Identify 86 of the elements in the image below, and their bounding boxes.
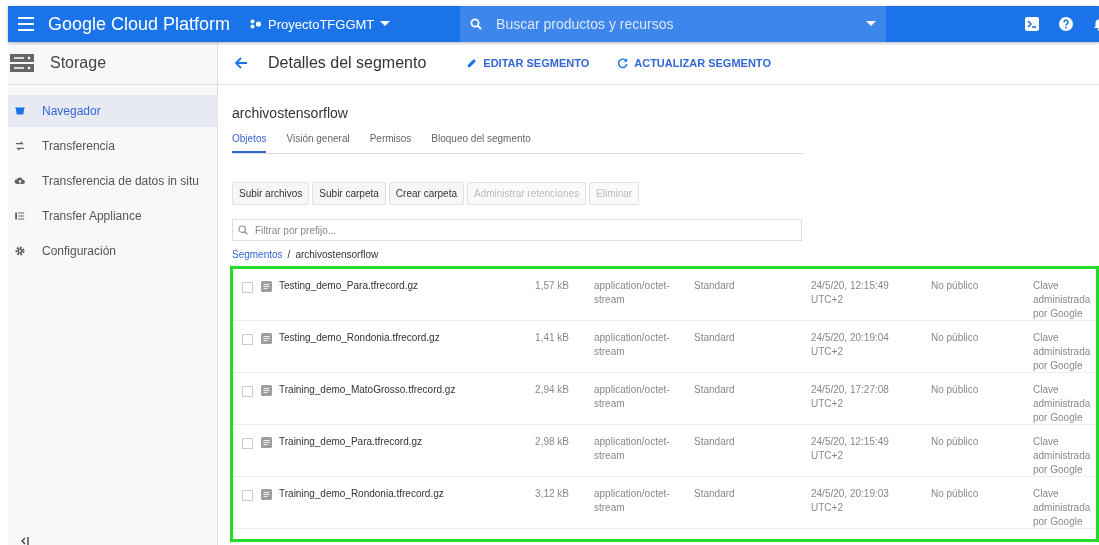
table-cell: 1,41 kB <box>535 332 569 343</box>
project-icon <box>250 19 263 29</box>
app-title: Google Cloud Platform <box>48 13 231 35</box>
table-cell: Standard <box>694 488 735 499</box>
table-cell-text: 24/5/20, 17:27:08 UTC+2 <box>811 383 890 411</box>
table-cell: No público <box>931 332 979 343</box>
tab[interactable]: Permisos <box>369 129 412 153</box>
file-icon <box>261 385 272 396</box>
table-cell-text: application/octet-stream <box>594 487 671 515</box>
file-name[interactable]: Testing_demo_Rondonia.tfrecord.gz <box>279 332 440 343</box>
table-cell: Standard <box>694 384 735 395</box>
bucket-name: archivostensorflow <box>232 105 349 121</box>
table-cell-text: application/octet-stream <box>594 279 671 307</box>
sidebar-item[interactable]: Transferencia de datos in situ <box>8 165 217 197</box>
table-cell-text: Clave administrada por Google <box>1033 279 1092 321</box>
table-cell-text: application/octet-stream <box>594 435 671 463</box>
table-cell: Standard <box>694 332 735 343</box>
tab[interactable]: Objetos <box>232 129 267 153</box>
transfer-icon <box>14 140 26 152</box>
table-cell-text: 24/5/20, 20:19:04 UTC+2 <box>811 331 890 359</box>
action-button[interactable]: ACTUALIZAR SEGMENTO <box>617 57 771 69</box>
project-selector[interactable]: ProyectoTFGGMT <box>250 16 461 32</box>
table-cell-text: Clave administrada por Google <box>1033 331 1092 373</box>
cloud-icon <box>14 175 26 187</box>
file-icon <box>261 333 272 344</box>
menu-icon[interactable] <box>18 17 34 31</box>
sidebar-item[interactable]: Navegador <box>8 95 217 127</box>
breadcrumb-link[interactable]: Segmentos <box>232 249 283 260</box>
filter-field[interactable]: Filtrar por prefijo... <box>232 219 802 241</box>
row-checkbox[interactable] <box>242 282 253 293</box>
back-arrow-icon[interactable] <box>234 56 248 70</box>
table-cell: 1,57 kB <box>535 280 569 291</box>
table-cell: 2,94 kB <box>535 384 569 395</box>
table-cell-text: Clave administrada por Google <box>1033 487 1092 529</box>
file-name[interactable]: Training_demo_MatoGrosso.tfrecord.gz <box>279 384 456 395</box>
file-icon <box>261 281 272 292</box>
product-title: Storage <box>50 54 107 72</box>
table-cell: No público <box>931 384 979 395</box>
table-cell-text: Clave administrada por Google <box>1033 435 1092 477</box>
pencil-icon <box>466 57 479 69</box>
breadcrumb-current: archivostensorflow <box>295 249 379 260</box>
sidebar-item[interactable]: Transferencia <box>8 130 217 162</box>
caret-icon <box>380 21 391 27</box>
table-cell: Standard <box>694 436 735 447</box>
row-checkbox[interactable] <box>242 438 253 449</box>
toolbar-button[interactable]: Crear carpeta <box>388 182 464 205</box>
file-icon <box>261 437 272 448</box>
breadcrumb-separator: / <box>287 249 291 260</box>
table-cell-text: 24/5/20, 20:19:03 UTC+2 <box>811 487 890 515</box>
table-cell-text: Clave administrada por Google <box>1033 383 1092 425</box>
search-icon <box>470 18 483 30</box>
search-icon <box>238 225 248 235</box>
row-checkbox[interactable] <box>242 386 253 397</box>
row-checkbox[interactable] <box>242 334 253 345</box>
sidebar-item[interactable]: Configuración <box>8 235 217 267</box>
refresh-icon <box>617 57 630 69</box>
table-cell: 3,12 kB <box>535 488 569 499</box>
sidebar-item[interactable]: Transfer Appliance <box>8 200 217 232</box>
table-cell: No público <box>931 436 979 447</box>
gear-icon <box>14 245 26 257</box>
table-cell: 2,98 kB <box>535 436 569 447</box>
table-cell-text: application/octet-stream <box>594 383 671 411</box>
tab[interactable]: Visión general <box>286 129 350 153</box>
file-name[interactable]: Testing_demo_Para.tfrecord.gz <box>279 280 418 291</box>
toolbar-button[interactable]: Subir carpeta <box>312 182 386 205</box>
file-icon <box>261 489 272 500</box>
table-cell: No público <box>931 488 979 499</box>
list-icon <box>14 210 26 222</box>
collapse-icon[interactable] <box>20 537 30 545</box>
toolbar-button[interactable]: Subir archivos <box>232 182 310 205</box>
table-cell-text: 24/5/20, 12:15:49 UTC+2 <box>811 435 890 463</box>
action-button[interactable]: EDITAR SEGMENTO <box>466 57 590 69</box>
terminal-icon[interactable] <box>1025 17 1039 31</box>
table-cell: No público <box>931 280 979 291</box>
table-cell: Standard <box>694 280 735 291</box>
tab[interactable]: Bloqueo del segmento <box>431 129 531 153</box>
table-cell-text: 24/5/20, 12:15:49 UTC+2 <box>811 279 890 307</box>
file-name[interactable]: Training_demo_Rondonia.tfrecord.gz <box>279 488 444 499</box>
file-name[interactable]: Training_demo_Para.tfrecord.gz <box>279 436 423 447</box>
row-checkbox[interactable] <box>242 490 253 501</box>
search-field[interactable]: Buscar productos y recursos <box>460 6 887 42</box>
page-title: Detalles del segmento <box>268 54 427 72</box>
table-cell-text: application/octet-stream <box>594 331 671 359</box>
dropdown-caret-icon[interactable] <box>866 21 877 27</box>
bucket-icon <box>14 105 26 117</box>
help-icon[interactable] <box>1059 17 1073 31</box>
